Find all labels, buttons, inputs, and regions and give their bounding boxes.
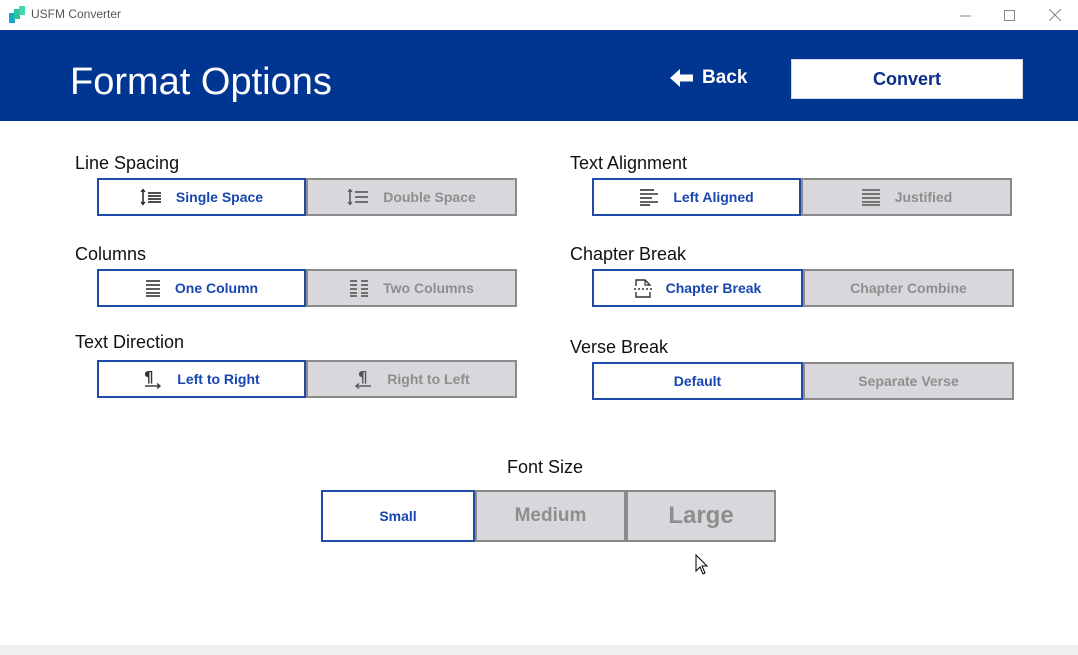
two-columns-label: Two Columns	[383, 280, 474, 296]
font-size-small-label: Small	[379, 508, 417, 524]
double-space-option[interactable]: Double Space	[306, 178, 517, 216]
line-spacing-label: Line Spacing	[75, 153, 180, 173]
close-button[interactable]	[1032, 0, 1078, 30]
left-to-right-option[interactable]: ¶ Left to Right	[97, 360, 306, 398]
right-to-left-option[interactable]: ¶ Right to Left	[306, 360, 517, 398]
font-size-small-option[interactable]: Small	[321, 490, 475, 542]
font-size-label: Font Size	[507, 457, 584, 477]
line-spacing-selector: Single Space Double Space	[97, 178, 517, 216]
columns-label: Columns	[75, 244, 147, 264]
chapter-break-selector: Chapter Break Chapter Combine	[592, 269, 1014, 307]
maximize-button[interactable]	[986, 0, 1032, 30]
text-direction-selector: ¶ Left to Right ¶ Right to Left	[97, 360, 517, 398]
chapter-break-option-label: Chapter Break	[665, 280, 762, 296]
back-label: Back	[702, 67, 748, 88]
justified-option[interactable]: Justified	[801, 178, 1012, 216]
single-space-label: Single Space	[175, 189, 264, 205]
right-to-left-label: Right to Left	[387, 371, 470, 387]
line-spacing-double-icon	[347, 188, 369, 206]
svg-text:¶: ¶	[144, 369, 154, 386]
left-aligned-option[interactable]: Left Aligned	[592, 178, 801, 216]
text-alignment-selector: Left Aligned Justified	[592, 178, 1012, 216]
mouse-cursor-icon	[695, 554, 709, 575]
header-bar: Format Options Back Convert	[0, 30, 1078, 121]
columns-selector: One Column Two Columns	[97, 269, 517, 307]
chapter-combine-option[interactable]: Chapter Combine	[803, 269, 1014, 307]
font-size-medium-option[interactable]: Medium	[475, 490, 626, 542]
font-size-medium-label: Medium	[514, 505, 587, 526]
app-icon	[9, 6, 25, 23]
left-aligned-label: Left Aligned	[673, 189, 754, 205]
close-icon	[1049, 9, 1061, 21]
chapter-break-option[interactable]: Chapter Break	[592, 269, 803, 307]
align-justify-icon	[861, 189, 880, 206]
one-column-label: One Column	[174, 280, 259, 296]
chapter-combine-label: Chapter Combine	[850, 280, 967, 296]
default-label: Default	[673, 373, 722, 389]
minimize-button[interactable]	[942, 0, 988, 30]
separate-verse-label: Separate Verse	[858, 373, 959, 389]
one-column-icon	[145, 280, 160, 297]
verse-break-selector: Default Separate Verse	[592, 362, 1014, 400]
arrow-left-icon	[670, 69, 693, 87]
text-alignment-label: Text Alignment	[570, 153, 688, 173]
single-space-option[interactable]: Single Space	[97, 178, 306, 216]
font-size-large-label: Large	[668, 502, 734, 529]
text-direction-ltr-icon: ¶	[144, 369, 162, 389]
page-break-icon	[633, 279, 652, 298]
two-columns-icon	[350, 280, 369, 297]
bottom-strip	[0, 645, 1078, 655]
window-title: USFM Converter	[31, 7, 122, 21]
left-to-right-label: Left to Right	[177, 371, 260, 387]
minimize-icon	[959, 15, 971, 16]
justified-label: Justified	[894, 189, 953, 205]
title-bar: USFM Converter	[0, 0, 1078, 30]
one-column-option[interactable]: One Column	[97, 269, 306, 307]
align-left-icon	[640, 189, 659, 206]
back-button[interactable]: Back	[670, 66, 747, 90]
page-title: Format Options	[70, 61, 332, 103]
convert-button[interactable]: Convert	[791, 59, 1023, 99]
double-space-label: Double Space	[383, 189, 476, 205]
svg-text:¶: ¶	[358, 369, 368, 386]
default-option[interactable]: Default	[592, 362, 803, 400]
line-spacing-single-icon	[140, 188, 161, 206]
verse-break-label: Verse Break	[570, 337, 669, 357]
chapter-break-label: Chapter Break	[570, 244, 687, 264]
two-columns-option[interactable]: Two Columns	[306, 269, 517, 307]
maximize-icon	[1003, 9, 1015, 21]
font-size-large-option[interactable]: Large	[626, 490, 776, 542]
text-direction-rtl-icon: ¶	[355, 369, 372, 389]
font-size-selector: Small Medium Large	[321, 490, 776, 542]
text-direction-label: Text Direction	[75, 332, 185, 352]
separate-verse-option[interactable]: Separate Verse	[803, 362, 1014, 400]
